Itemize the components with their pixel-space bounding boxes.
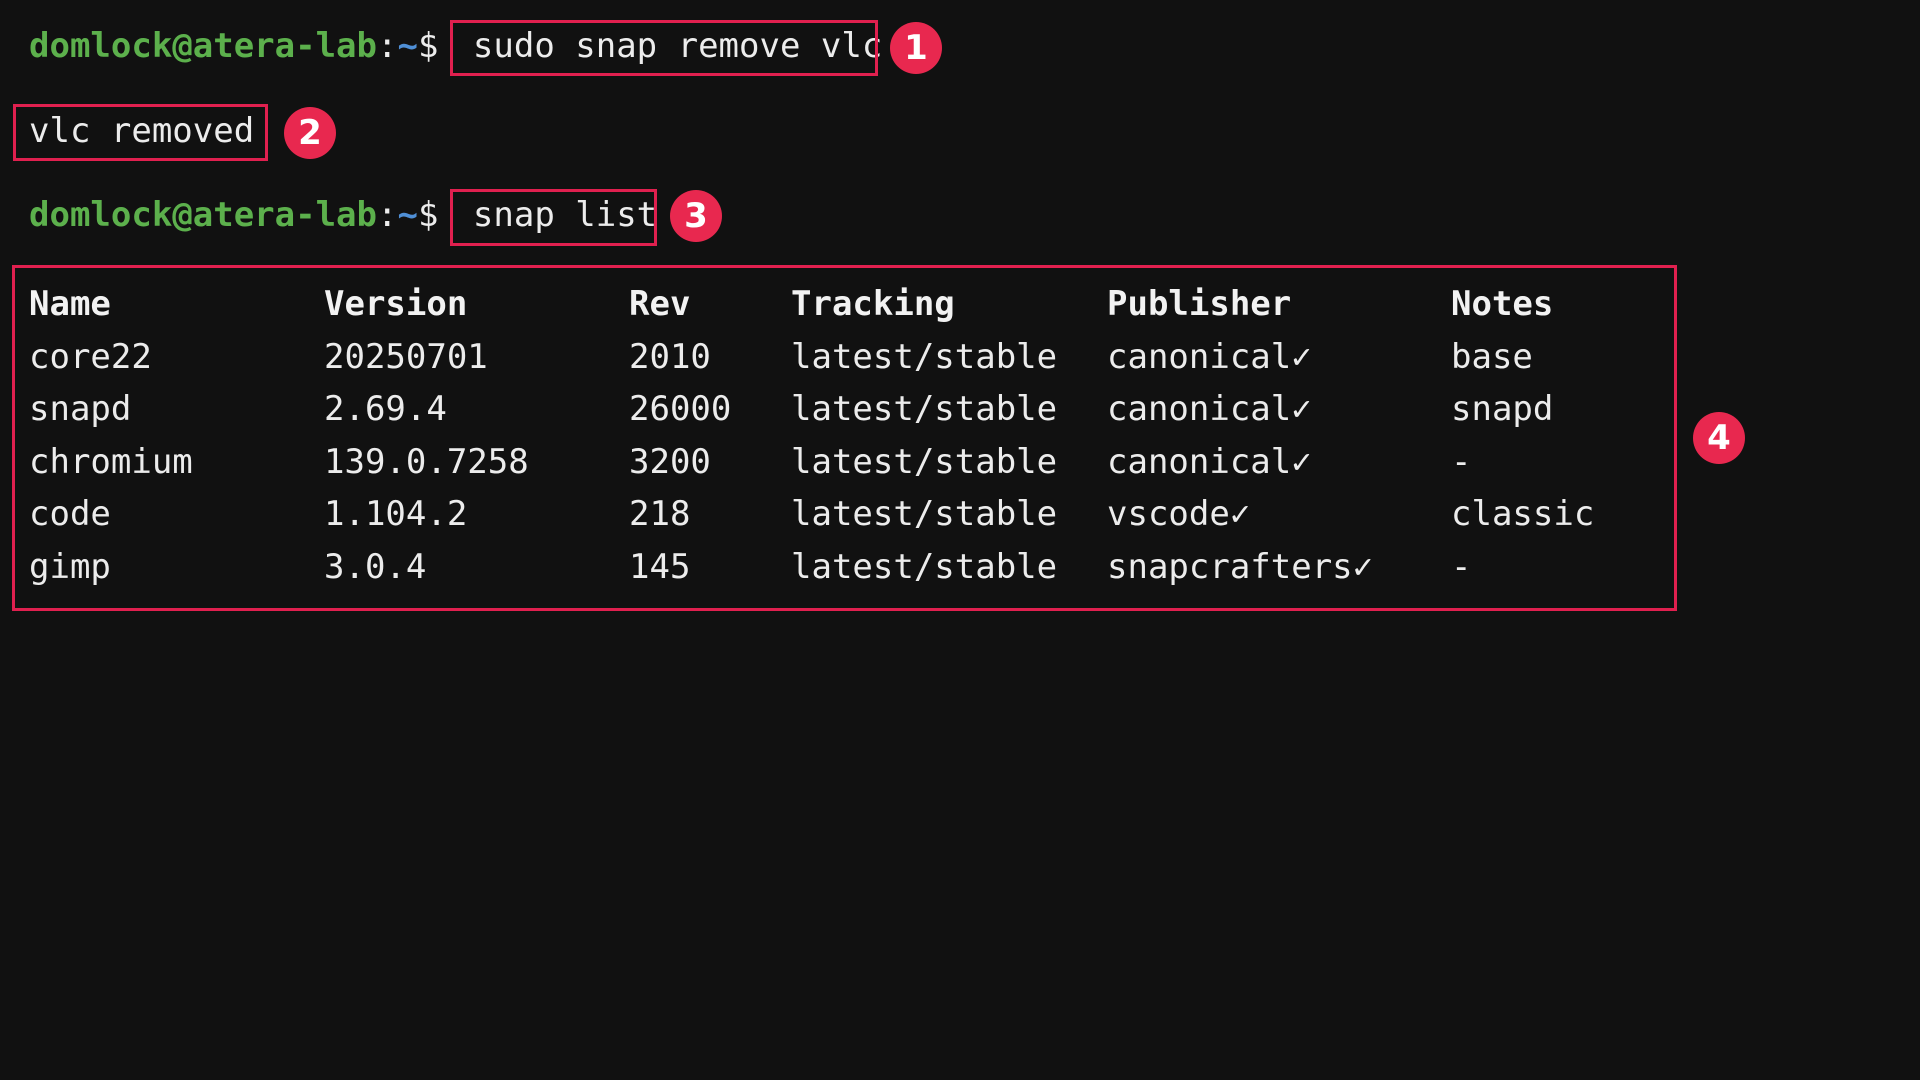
prompt-separator: : bbox=[377, 26, 398, 66]
cell-tracking: latest/stable bbox=[791, 389, 1058, 429]
header-notes: Notes bbox=[1451, 284, 1554, 324]
callout-badge-4: 4 bbox=[1693, 412, 1745, 464]
table-row: gimp 3.0.4 145 latest/stable snapcrafter… bbox=[29, 546, 1471, 603]
cell-version: 3.0.4 bbox=[324, 546, 427, 587]
cell-rev: 26000 bbox=[629, 389, 732, 429]
cell-rev: 145 bbox=[629, 546, 691, 587]
header-rev: Rev bbox=[629, 284, 691, 324]
cell-version: 139.0.7258 bbox=[324, 441, 529, 482]
cell-name: code bbox=[29, 494, 111, 534]
cell-notes: - bbox=[1451, 441, 1472, 482]
cell-name: core22 bbox=[29, 336, 152, 377]
prompt-path: ~ bbox=[397, 26, 418, 66]
cell-notes: classic bbox=[1451, 494, 1595, 534]
cell-notes: snapd bbox=[1451, 389, 1554, 429]
cell-notes: base bbox=[1451, 336, 1533, 377]
cell-notes: - bbox=[1451, 546, 1472, 587]
cell-version: 20250701 bbox=[324, 336, 488, 377]
cell-version: 1.104.2 bbox=[324, 494, 468, 534]
prompt-user-host-2: domlock@atera-lab bbox=[29, 195, 377, 235]
prompt-path-2: ~ bbox=[397, 195, 418, 235]
callout-badge-3: 3 bbox=[670, 190, 722, 242]
cell-publisher: canonical✓ bbox=[1107, 389, 1312, 429]
cell-publisher: canonical✓ bbox=[1107, 441, 1312, 482]
table-row: core22 20250701 2010 latest/stable canon… bbox=[29, 336, 1533, 393]
cell-name: chromium bbox=[29, 441, 193, 482]
highlight-box-3 bbox=[450, 189, 657, 246]
cell-version: 2.69.4 bbox=[324, 389, 447, 429]
table-row: code 1.104.2 218 latest/stable vscode✓ c… bbox=[29, 494, 1594, 550]
prompt-user-host: domlock@atera-lab bbox=[29, 26, 377, 66]
cell-publisher: canonical✓ bbox=[1107, 336, 1312, 377]
header-name: Name bbox=[29, 284, 111, 324]
cell-rev: 2010 bbox=[629, 336, 711, 377]
table-row: chromium 139.0.7258 3200 latest/stable c… bbox=[29, 445, 1471, 498]
highlight-box-1 bbox=[450, 20, 878, 76]
callout-badge-1: 1 bbox=[890, 22, 942, 74]
cell-publisher: vscode✓ bbox=[1107, 494, 1251, 534]
cell-publisher: snapcrafters✓ bbox=[1107, 546, 1374, 587]
header-publisher: Publisher bbox=[1107, 284, 1292, 324]
callout-badge-2: 2 bbox=[284, 107, 336, 159]
cell-rev: 3200 bbox=[629, 441, 711, 482]
snap-list-table: Name Version Rev Tracking Publisher Note… bbox=[29, 284, 1594, 603]
cell-tracking: latest/stable bbox=[791, 494, 1058, 534]
header-tracking: Tracking bbox=[791, 284, 955, 324]
cell-tracking: latest/stable bbox=[791, 441, 1058, 482]
cell-tracking: latest/stable bbox=[791, 336, 1058, 377]
table-row: snapd 2.69.4 26000 latest/stable canonic… bbox=[29, 389, 1553, 445]
cell-rev: 218 bbox=[629, 494, 691, 534]
header-version: Version bbox=[324, 284, 468, 324]
terminal-window[interactable]: domlock@atera-lab: ~ $ sudo snap remove vl… bbox=[0, 0, 1920, 1080]
table-header-row: Name Version Rev Tracking Publisher Note… bbox=[29, 284, 1553, 340]
cell-tracking: latest/stable bbox=[791, 546, 1058, 587]
cell-name: snapd bbox=[29, 389, 132, 429]
highlight-box-2 bbox=[13, 104, 268, 161]
cell-name: gimp bbox=[29, 546, 111, 587]
prompt-separator-2: : bbox=[377, 195, 398, 235]
